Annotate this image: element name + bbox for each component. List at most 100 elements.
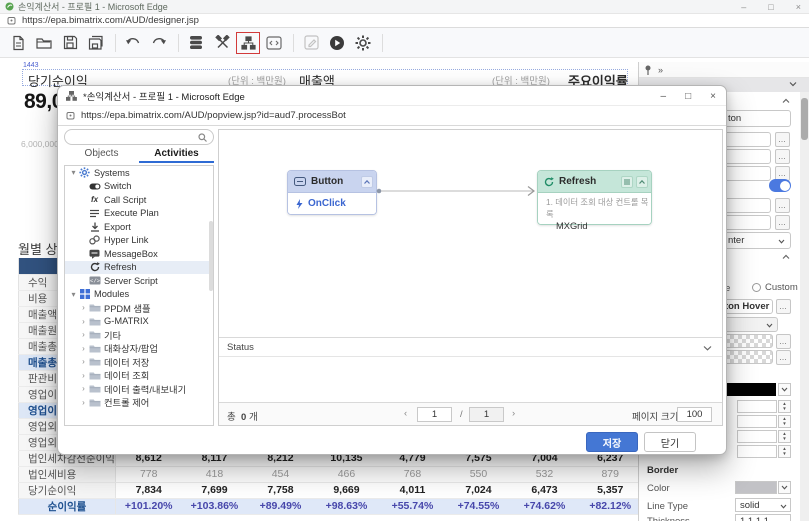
number-field[interactable] (737, 430, 777, 443)
tree-item-g-matrix[interactable]: ›G-MATRIX (65, 315, 213, 329)
tools-icon[interactable] (210, 32, 234, 54)
tree-item-switch[interactable]: Switch (65, 180, 213, 194)
button-node[interactable]: Button OnClick (287, 170, 377, 215)
tree-item-label: 컨트롤 제어 (104, 395, 149, 409)
address-bar[interactable]: https://epa.bimatrix.com/AUD/designer.js… (0, 14, 809, 28)
tree-item-컨트롤-제어[interactable]: › 컨트롤 제어 (65, 396, 213, 410)
color-dropdown-button[interactable] (778, 383, 791, 396)
maximize-button[interactable]: □ (768, 2, 773, 12)
tree-caret-icon[interactable]: › (79, 303, 88, 312)
dialog-maximize-button[interactable]: □ (685, 91, 691, 102)
ellipsis-button[interactable]: … (775, 149, 790, 164)
chevron-down-icon (766, 323, 773, 328)
panel-scrollbar[interactable] (800, 92, 809, 521)
folder-icon (88, 371, 101, 380)
stepper-buttons[interactable]: ▲▼ (778, 415, 791, 428)
tree-scrollbar[interactable] (209, 221, 213, 291)
node-list-icon[interactable] (621, 176, 633, 188)
tree-item-execute-plan[interactable]: Execute Plan (65, 207, 213, 221)
activity-search-input[interactable] (64, 129, 214, 145)
color-dropdown-button[interactable] (778, 481, 791, 494)
ellipsis-button[interactable]: … (775, 132, 790, 147)
tree-item-대화상자-팝업[interactable]: ›대화상자/팝업 (65, 342, 213, 356)
tree-item-데이터-저장[interactable]: ›데이터 저장 (65, 355, 213, 369)
run-icon[interactable] (325, 32, 349, 54)
stepper-buttons[interactable]: ▲▼ (778, 430, 791, 443)
tree-item-modules[interactable]: ▾Modules (65, 288, 213, 302)
section-collapse-icon[interactable] (782, 254, 790, 260)
tab-activities[interactable]: Activities (139, 146, 214, 163)
tree-caret-icon[interactable]: › (79, 371, 88, 380)
minimize-button[interactable]: – (741, 2, 746, 12)
save-icon[interactable] (58, 32, 82, 54)
tree-item-데이터-출력-내보내기[interactable]: ›데이터 출력/내보내기 (65, 382, 213, 396)
undo-icon[interactable] (121, 32, 145, 54)
dialog-minimize-button[interactable]: – (661, 91, 667, 102)
collapse-panel-icon[interactable]: » (658, 65, 663, 75)
tree-item-refresh[interactable]: Refresh (65, 261, 213, 275)
stepper-buttons[interactable]: ▲▼ (778, 400, 791, 413)
status-section-header[interactable]: Status (219, 337, 722, 357)
page-size-input[interactable]: 100 (677, 407, 712, 422)
ellipsis-button[interactable]: … (776, 350, 791, 365)
open-folder-icon[interactable] (32, 32, 56, 54)
thickness-label: Thickness (647, 516, 690, 521)
section-collapse-icon[interactable] (782, 98, 790, 104)
tree-item-messagebox[interactable]: MessageBox (65, 247, 213, 261)
edit-icon[interactable] (299, 32, 323, 54)
node-collapse-icon[interactable] (361, 176, 373, 188)
settings-icon[interactable] (351, 32, 375, 54)
number-field[interactable] (737, 415, 777, 428)
tree-caret-icon[interactable]: › (79, 398, 88, 407)
thickness-field[interactable]: 1,1,1,1 (735, 514, 791, 521)
close-button[interactable]: × (796, 2, 801, 12)
custom-radio[interactable] (752, 283, 761, 292)
node-collapse-icon[interactable] (636, 176, 648, 188)
tree-caret-icon[interactable]: ▾ (69, 290, 78, 299)
tree-caret-icon[interactable]: ▾ (69, 168, 78, 177)
tree-caret-icon[interactable]: › (79, 384, 88, 393)
save-button[interactable]: 저장 (586, 432, 638, 452)
line-type-dropdown[interactable]: solid (735, 498, 791, 512)
new-file-icon[interactable] (6, 32, 30, 54)
save-all-icon[interactable] (84, 32, 108, 54)
refresh-node-target[interactable]: MXGrid (546, 221, 651, 231)
tree-caret-icon[interactable]: › (79, 357, 88, 366)
current-page-input[interactable]: 1 (417, 407, 452, 422)
redo-icon[interactable] (147, 32, 171, 54)
ellipsis-button[interactable]: … (775, 215, 790, 230)
tree-item-기타[interactable]: ›기타 (65, 328, 213, 342)
stepper-buttons[interactable]: ▲▼ (778, 445, 791, 458)
process-designer-icon[interactable] (236, 32, 260, 54)
tree-item-ppdm-샘플[interactable]: ›PPDM 샘플 (65, 301, 213, 315)
dialog-close-button[interactable]: × (710, 91, 716, 102)
ellipsis-button[interactable]: … (776, 299, 791, 314)
close-dialog-button[interactable]: 닫기 (644, 432, 696, 452)
onclick-event-label[interactable]: OnClick (308, 198, 346, 209)
refresh-icon (88, 262, 101, 272)
ellipsis-button[interactable]: … (775, 198, 790, 213)
tree-caret-icon[interactable]: › (79, 344, 88, 353)
window-title: 손익계산서 - 프로필 1 - Microsoft Edge (18, 0, 168, 13)
tree-item-server-script[interactable]: </>Server Script (65, 274, 213, 288)
tree-caret-icon[interactable]: › (79, 317, 88, 326)
tree-item-systems[interactable]: ▾Systems (65, 166, 213, 180)
tree-item-export[interactable]: Export (65, 220, 213, 234)
dialog-address-bar[interactable]: https://epa.bimatrix.com/AUD/popview.jsp… (58, 106, 726, 126)
number-field[interactable] (737, 445, 777, 458)
tab-objects[interactable]: Objects (64, 146, 139, 163)
tree-caret-icon[interactable]: › (79, 330, 88, 339)
script-editor-icon[interactable] (262, 32, 286, 54)
database-icon[interactable] (184, 32, 208, 54)
next-page-icon[interactable]: › (512, 408, 515, 419)
tree-item-call-script[interactable]: fxCall Script (65, 193, 213, 207)
toggle-switch-on[interactable] (769, 179, 791, 192)
pin-icon[interactable] (644, 65, 652, 75)
prev-page-icon[interactable]: ‹ (404, 408, 407, 419)
tree-item-hyper-link[interactable]: Hyper Link (65, 234, 213, 248)
border-color-swatch[interactable] (735, 481, 777, 494)
refresh-node[interactable]: Refresh 1. 데이터 조회 대상 컨트롤 목록 MXGrid (537, 170, 652, 225)
tree-item-데이터-조회[interactable]: ›데이터 조회 (65, 369, 213, 383)
ellipsis-button[interactable]: … (776, 334, 791, 349)
number-field[interactable] (737, 400, 777, 413)
